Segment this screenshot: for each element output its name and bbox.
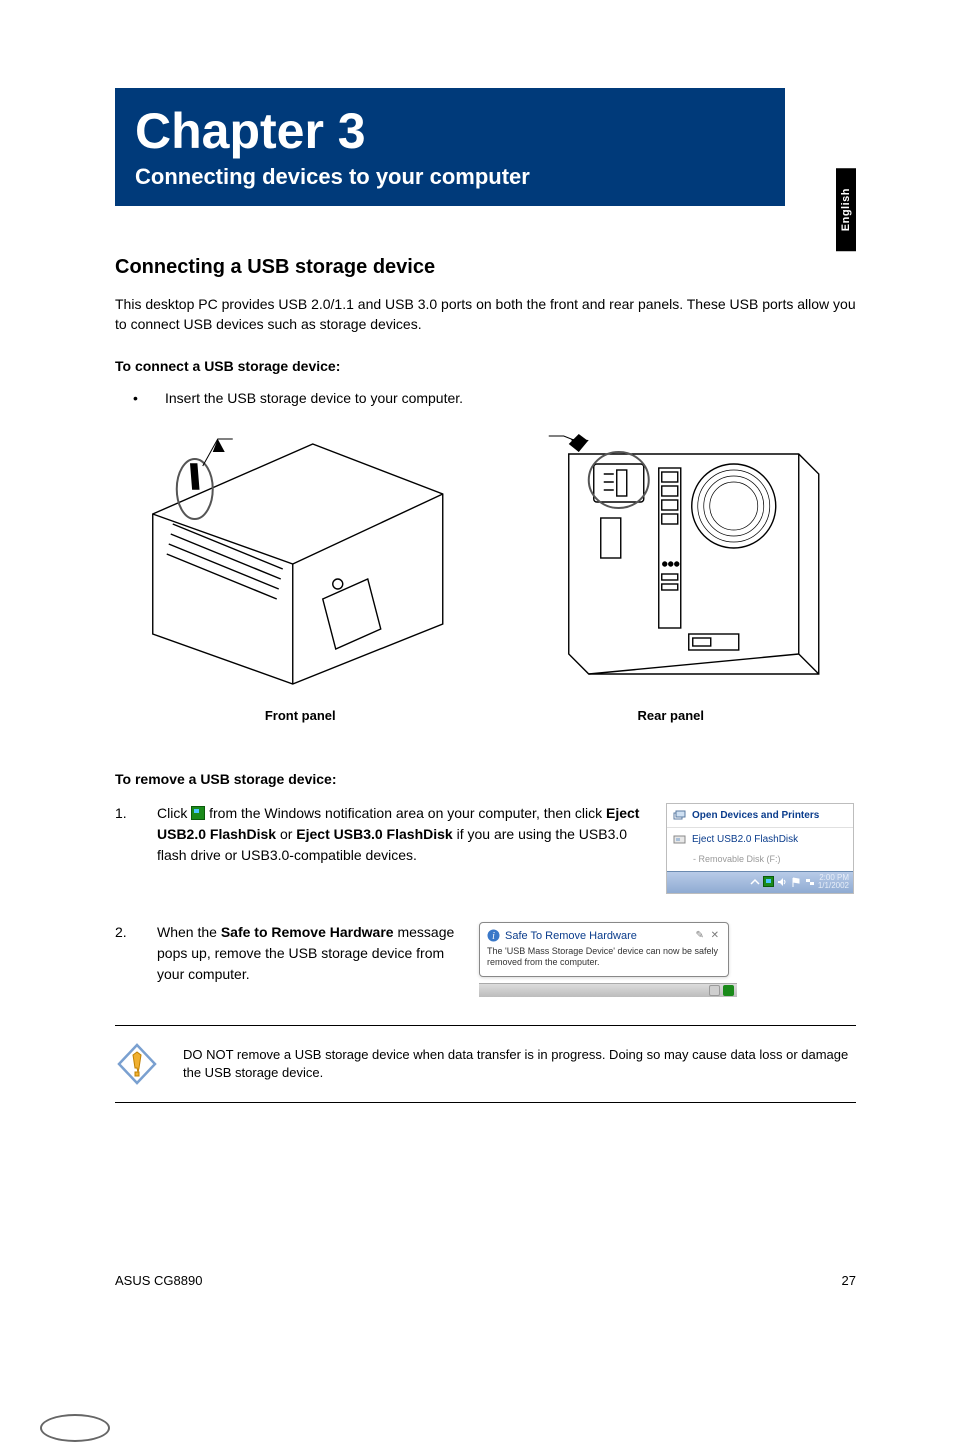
balloon-body: The 'USB Mass Storage Device' device can… — [487, 946, 721, 968]
rear-panel-illustration — [501, 434, 857, 694]
bullet-row: • Insert the USB storage device to your … — [115, 390, 856, 406]
menu-open-devices[interactable]: Open Devices and Printers — [667, 804, 853, 828]
front-panel-svg — [115, 434, 471, 694]
rear-panel-svg — [501, 434, 857, 694]
step1-or: or — [280, 826, 296, 842]
warning-icon — [115, 1042, 159, 1086]
step2-bold: Safe to Remove Hardware — [221, 924, 394, 940]
footer-left: ASUS CG8890 — [115, 1273, 202, 1288]
connect-heading: To connect a USB storage device: — [115, 358, 856, 374]
balloon-taskbar — [479, 983, 737, 997]
step1-bold2: Eject USB3.0 FlashDisk — [296, 826, 452, 842]
warning-text: DO NOT remove a USB storage device when … — [183, 1046, 856, 1082]
front-panel-illustration — [115, 434, 471, 694]
step2-figure: i Safe To Remove Hardware ✎ ✕ The 'USB M… — [479, 922, 737, 997]
safely-remove-icon — [191, 806, 205, 820]
balloon-title: Safe To Remove Hardware — [505, 928, 637, 945]
flag-icon[interactable] — [790, 876, 802, 888]
safe-remove-balloon: i Safe To Remove Hardware ✎ ✕ The 'USB M… — [479, 922, 729, 977]
step-2-body: When the Safe to Remove Hardware message… — [157, 922, 467, 985]
footer: ASUS CG8890 27 — [115, 1273, 856, 1288]
caption-rear: Rear panel — [486, 708, 857, 723]
chapter-subtitle: Connecting devices to your computer — [135, 164, 765, 190]
bullet-text: Insert the USB storage device to your co… — [165, 390, 463, 406]
taskbar-clock[interactable]: 2:00 PM 1/1/2002 — [818, 874, 849, 890]
warning-box: DO NOT remove a USB storage device when … — [115, 1025, 856, 1103]
step-num-2: 2. — [115, 922, 157, 943]
menu-eject-label: Eject USB2.0 FlashDisk — [692, 832, 798, 847]
menu-removable-disk[interactable]: - Removable Disk (F:) — [667, 851, 853, 871]
step-1-body: Click from the Windows notification area… — [157, 803, 654, 866]
clock-date: 1/1/2002 — [818, 882, 849, 890]
remove-heading: To remove a USB storage device: — [115, 771, 856, 787]
eject-menu: Open Devices and Printers Eject USB2.0 F… — [666, 803, 854, 894]
network-icon[interactable] — [804, 876, 816, 888]
step1-pre: Click — [157, 805, 191, 821]
intro-text: This desktop PC provides USB 2.0/1.1 and… — [115, 295, 856, 334]
caption-front: Front panel — [115, 708, 486, 723]
balloon-controls[interactable]: ✎ ✕ — [695, 928, 721, 943]
menu-eject[interactable]: Eject USB2.0 FlashDisk — [667, 828, 853, 851]
step2-pre: When the — [157, 924, 221, 940]
taskbar: 2:00 PM 1/1/2002 — [667, 871, 853, 893]
tray-safely-remove-icon[interactable] — [763, 876, 774, 887]
step-num-1: 1. — [115, 803, 157, 824]
chapter-title: Chapter 3 — [135, 102, 765, 160]
language-tab: English — [836, 168, 856, 251]
footer-page-number: 27 — [842, 1273, 856, 1288]
tray-safely-remove-icon-2[interactable] — [723, 985, 734, 996]
chapter-header: Chapter 3 Connecting devices to your com… — [115, 88, 785, 206]
step1-figure: Open Devices and Printers Eject USB2.0 F… — [666, 803, 856, 894]
chevron-up-icon[interactable] — [749, 876, 761, 888]
info-icon: i — [487, 929, 500, 942]
tray-chevron-icon[interactable] — [709, 985, 720, 996]
section-heading: Connecting a USB storage device — [115, 256, 856, 279]
step1-mid: from the Windows notification area on yo… — [209, 805, 606, 821]
disk-icon — [673, 834, 686, 845]
menu-open-devices-label: Open Devices and Printers — [692, 808, 819, 823]
devices-icon — [673, 810, 686, 821]
volume-icon[interactable] — [776, 876, 788, 888]
bullet-mark: • — [115, 390, 165, 406]
svg-text:i: i — [492, 931, 495, 942]
